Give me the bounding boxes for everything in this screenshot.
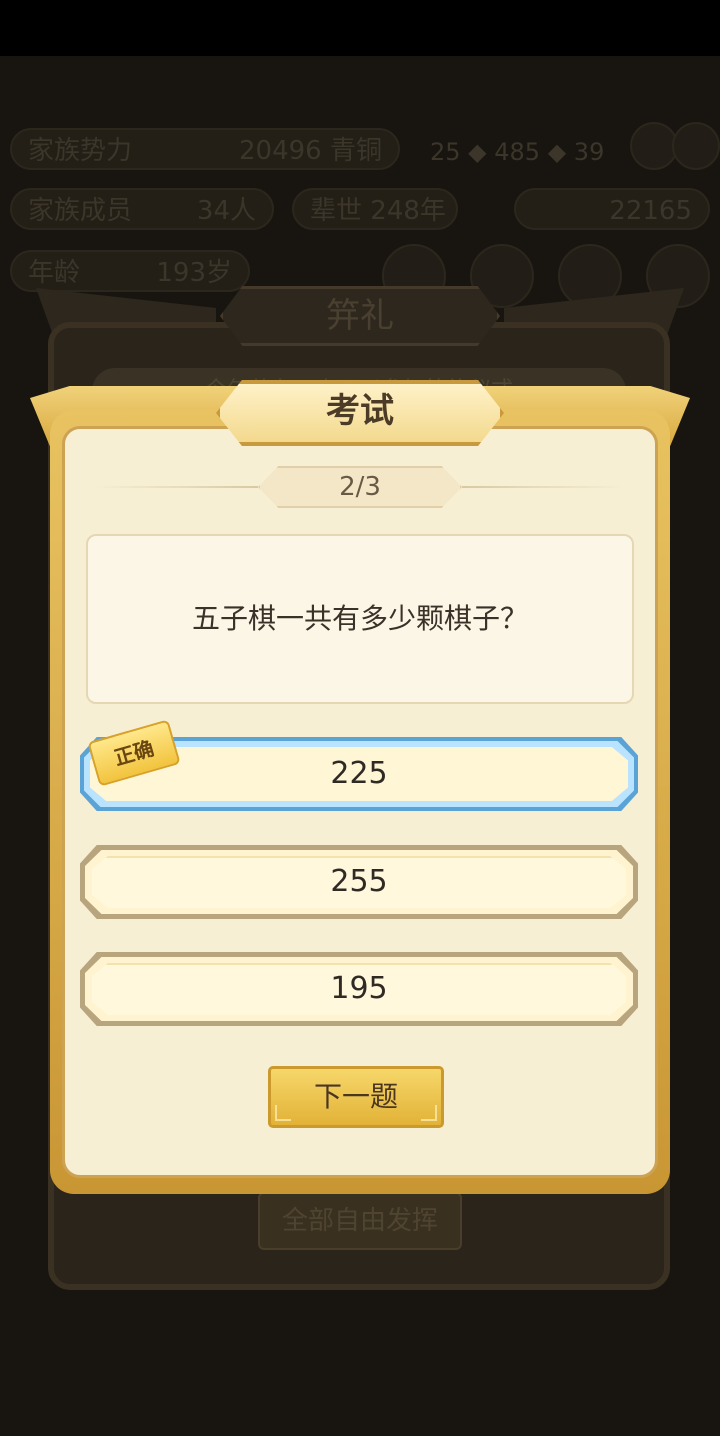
all-free-play-button: 全部自由发挥 xyxy=(258,1192,462,1250)
help-icon xyxy=(672,122,720,170)
dialog-title: 考试 xyxy=(326,391,394,431)
progress-ornament-right xyxy=(462,486,624,488)
age-pill: 年龄 193岁 xyxy=(10,250,250,292)
family-power-value: 20496 青铜 xyxy=(239,136,382,166)
tool-counts: 25 ◆ 485 ◆ 39 xyxy=(430,138,605,166)
progress-ornament-left xyxy=(96,486,258,488)
next-question-button[interactable]: 下一题 xyxy=(268,1066,444,1128)
answer-option-label: 195 xyxy=(330,971,388,1006)
back-panel-title: 笄礼 xyxy=(220,286,500,346)
family-power-label: 家族势力 xyxy=(28,136,133,166)
family-power-pill: 家族势力 20496 青铜 xyxy=(10,128,400,170)
status-bar xyxy=(0,0,720,56)
gold-pill: 22165 xyxy=(514,188,710,230)
question-progress: 2/3 xyxy=(258,466,462,508)
next-question-label: 下一题 xyxy=(313,1080,398,1113)
question-text: 五子棋一共有多少颗棋子？ xyxy=(86,534,634,704)
members-pill: 家族成员 34人 xyxy=(10,188,274,230)
answer-option-label: 255 xyxy=(330,864,388,899)
answer-option-2[interactable]: 255 xyxy=(80,845,638,919)
answer-option-3[interactable]: 195 xyxy=(80,952,638,1026)
generation-pill: 辈世 248年 xyxy=(292,188,458,230)
settings-icon xyxy=(630,122,678,170)
